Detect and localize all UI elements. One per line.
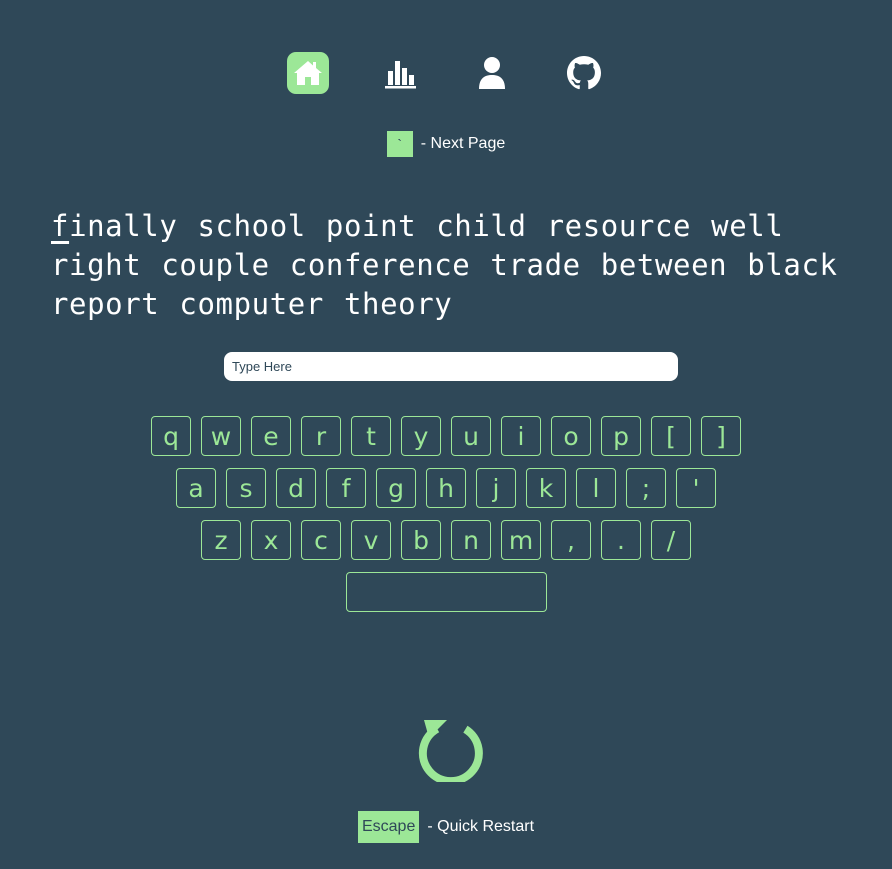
nav-home[interactable]	[287, 52, 329, 94]
key-c[interactable]: c	[301, 520, 341, 560]
key-left-bracket[interactable]: [	[651, 416, 691, 456]
key-right-bracket[interactable]: ]	[701, 416, 741, 456]
key-j[interactable]: j	[476, 468, 516, 508]
key-b[interactable]: b	[401, 520, 441, 560]
nav-github[interactable]	[563, 52, 605, 94]
key-n[interactable]: n	[451, 520, 491, 560]
key-y[interactable]: y	[401, 416, 441, 456]
restart-button[interactable]	[416, 712, 486, 786]
key-period[interactable]: .	[601, 520, 641, 560]
key-space[interactable]	[345, 572, 547, 612]
quick-restart-hint: Escape - Quick Restart	[0, 811, 892, 843]
nav-profile[interactable]	[471, 52, 513, 94]
key-u[interactable]: u	[451, 416, 491, 456]
remaining-words: inally school point child resource well …	[51, 209, 838, 321]
keyboard-row-3: z x c v b n m , . /	[0, 520, 892, 560]
key-w[interactable]: w	[201, 416, 241, 456]
nav-stats[interactable]	[379, 52, 421, 94]
quick-restart-label: - Quick Restart	[427, 818, 535, 835]
keyboard-row-4	[0, 572, 892, 612]
key-z[interactable]: z	[201, 520, 241, 560]
key-t[interactable]: t	[351, 416, 391, 456]
word-display: finally school point child resource well…	[51, 207, 861, 324]
restart-icon	[418, 720, 483, 786]
next-page-label: - Next Page	[420, 135, 506, 152]
current-letter: f	[51, 209, 70, 243]
type-input[interactable]	[224, 352, 678, 381]
home-icon	[294, 61, 322, 85]
keyboard-row-2: a s d f g h j k l ; '	[0, 468, 892, 508]
key-slash[interactable]: /	[651, 520, 691, 560]
key-d[interactable]: d	[276, 468, 316, 508]
escape-keycap[interactable]: Escape	[357, 811, 420, 843]
key-h[interactable]: h	[426, 468, 466, 508]
key-x[interactable]: x	[251, 520, 291, 560]
chart-icon	[385, 61, 416, 89]
key-semicolon[interactable]: ;	[626, 468, 666, 508]
key-quote[interactable]: '	[676, 468, 716, 508]
key-k[interactable]: k	[526, 468, 566, 508]
key-s[interactable]: s	[226, 468, 266, 508]
key-comma[interactable]: ,	[551, 520, 591, 560]
key-m[interactable]: m	[501, 520, 541, 560]
key-p[interactable]: p	[601, 416, 641, 456]
key-a[interactable]: a	[176, 468, 216, 508]
next-page-hint: ` - Next Page	[0, 131, 892, 157]
key-q[interactable]: q	[151, 416, 191, 456]
github-icon	[567, 56, 601, 90]
key-i[interactable]: i	[501, 416, 541, 456]
top-nav	[0, 52, 892, 94]
key-l[interactable]: l	[576, 468, 616, 508]
key-r[interactable]: r	[301, 416, 341, 456]
key-v[interactable]: v	[351, 520, 391, 560]
backtick-keycap[interactable]: `	[386, 131, 413, 157]
key-o[interactable]: o	[551, 416, 591, 456]
key-e[interactable]: e	[251, 416, 291, 456]
key-g[interactable]: g	[376, 468, 416, 508]
user-icon	[479, 57, 505, 89]
key-f[interactable]: f	[326, 468, 366, 508]
keyboard-row-1: q w e r t y u i o p [ ]	[0, 416, 892, 456]
